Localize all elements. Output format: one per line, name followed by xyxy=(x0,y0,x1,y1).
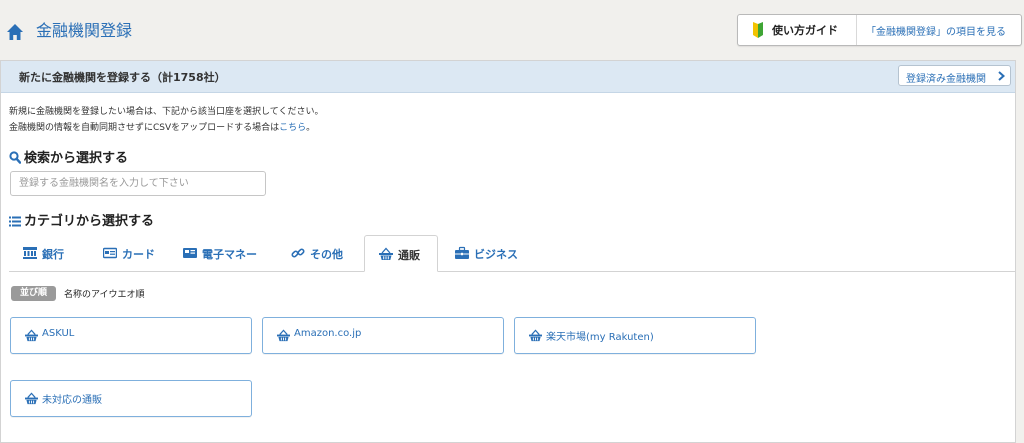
search-icon xyxy=(9,151,22,164)
tab-bank[interactable]: 銀行 xyxy=(9,235,85,271)
bank-icon xyxy=(23,247,37,259)
institution-name: 未対応の通販 xyxy=(42,395,102,406)
category-section-label: カテゴリから選択する xyxy=(24,214,155,229)
institution-search-input[interactable] xyxy=(10,171,266,196)
tab-emoney[interactable]: 電子マネー xyxy=(169,235,277,271)
panel-title: 新たに金融機関を登録する（計1758社） xyxy=(19,71,226,84)
csv-upload-prefix: 金融機関の情報を自動同期させずにCSVをアップロードする場合は xyxy=(9,123,280,133)
basket-icon xyxy=(25,329,38,342)
tab-business[interactable]: ビジネス xyxy=(441,235,541,271)
intro-text: 新規に金融機関を登録したい場合は、下記から該当口座を選択してください。 xyxy=(9,107,324,117)
sort-badge: 並び順 xyxy=(11,286,56,301)
institution-button-rakuten[interactable]: 楽天市場(my Rakuten) xyxy=(514,317,756,354)
guide-label[interactable]: 使い方ガイド xyxy=(772,22,838,38)
tab-bank-label: 銀行 xyxy=(42,248,64,261)
category-tabs: 銀行 カード 電子マネー その他 通販 ビジネス xyxy=(9,235,1015,272)
sort-order: 名称のアイウエオ順 xyxy=(64,290,145,300)
list-icon xyxy=(9,216,21,227)
tab-emoney-label: 電子マネー xyxy=(202,248,257,261)
guide-label-area[interactable]: 使い方ガイド xyxy=(738,15,857,45)
panel-header: 新たに金融機関を登録する（計1758社） 登録済み金融機関 xyxy=(1,61,1015,93)
institution-name: ASKUL xyxy=(42,328,75,339)
basket-icon xyxy=(529,329,542,342)
beginner-mark-icon xyxy=(753,22,763,38)
csv-upload-link[interactable]: こちら xyxy=(279,123,306,133)
home-icon[interactable] xyxy=(6,23,24,41)
registered-institutions-label[interactable]: 登録済み金融機関 xyxy=(906,70,986,85)
basket-icon xyxy=(379,247,393,260)
institution-name: 楽天市場(my Rakuten) xyxy=(546,332,654,343)
tab-card[interactable]: カード xyxy=(89,235,169,271)
registration-panel: 新たに金融機関を登録する（計1758社） 登録済み金融機関 新規に金融機関を登録… xyxy=(0,60,1016,443)
csv-upload-suffix: 。 xyxy=(306,123,316,133)
institution-name: Amazon.co.jp xyxy=(294,328,362,339)
link-icon xyxy=(291,248,305,258)
tab-other[interactable]: その他 xyxy=(277,235,363,271)
category-section-title: カテゴリから選択する xyxy=(9,210,154,229)
institution-button-unsupported[interactable]: 未対応の通販 xyxy=(10,380,252,417)
tab-online-shopping[interactable]: 通販 xyxy=(364,235,438,272)
search-section-title: 検索から選択する xyxy=(9,147,128,166)
tab-card-label: カード xyxy=(122,248,155,261)
briefcase-icon xyxy=(455,246,469,259)
chevron-right-icon xyxy=(998,71,1005,81)
institution-button-amazon[interactable]: Amazon.co.jp xyxy=(262,317,504,354)
tab-other-label: その他 xyxy=(310,248,343,261)
tab-online-shopping-label: 通販 xyxy=(398,249,420,262)
search-section-label: 検索から選択する xyxy=(24,151,129,166)
page-header: 金融機関登録 使い方ガイド 「金融機関登録」の項目を見る xyxy=(0,0,1024,60)
basket-icon xyxy=(277,329,290,342)
csv-upload-text: 金融機関の情報を自動同期させずにCSVをアップロードする場合はこちら。 xyxy=(9,120,315,133)
usage-guide[interactable]: 使い方ガイド 「金融機関登録」の項目を見る xyxy=(737,14,1022,46)
basket-icon xyxy=(25,392,38,405)
card-icon xyxy=(103,247,117,259)
guide-link[interactable]: 「金融機関登録」の項目を見る xyxy=(866,23,1006,38)
emoney-icon xyxy=(183,248,197,258)
page-title: 金融機関登録 xyxy=(36,21,133,40)
tab-business-label: ビジネス xyxy=(474,248,518,261)
registered-institutions-button[interactable]: 登録済み金融機関 xyxy=(898,65,1011,86)
institution-button-askul[interactable]: ASKUL xyxy=(10,317,252,354)
